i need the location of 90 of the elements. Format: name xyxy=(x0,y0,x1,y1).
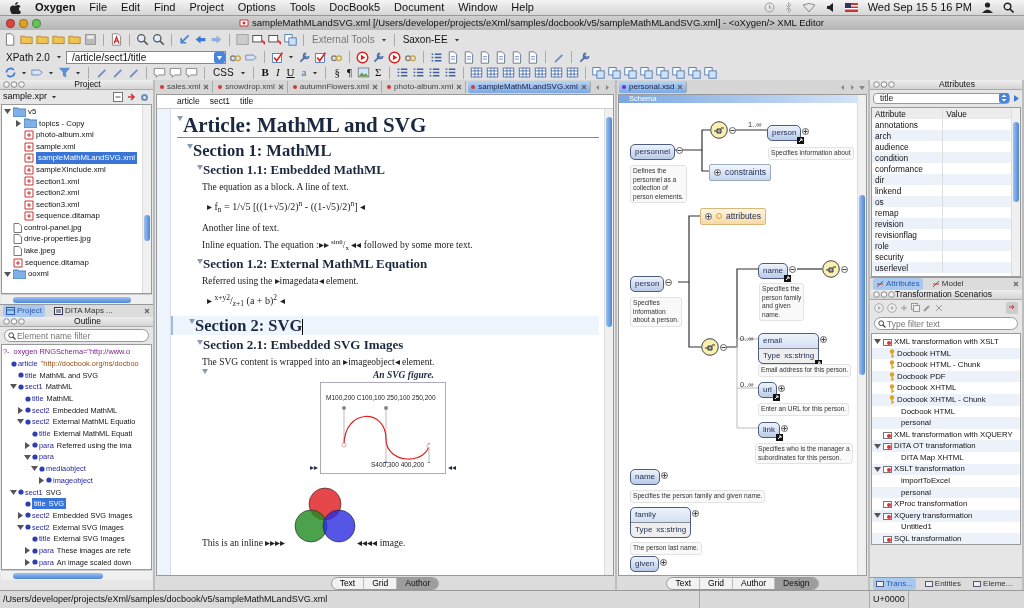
panel-tab[interactable]: Model xyxy=(928,278,967,290)
breadcrumb-item[interactable]: title xyxy=(240,95,254,108)
editor-tab[interactable]: photo-album.xml xyxy=(384,81,467,93)
element-node[interactable]: name xyxy=(630,469,660,485)
bold-button[interactable]: B xyxy=(259,65,271,80)
filter-field[interactable]: Element name filter xyxy=(4,329,149,342)
editor-tab[interactable]: autumnFlowers.xml xyxy=(289,81,383,93)
tag-marker: ◂◂ xyxy=(448,462,456,475)
type-label: Type xyxy=(763,350,781,362)
panel-tab[interactable]: Trans... xyxy=(873,578,916,590)
heading: Section 2: SVG xyxy=(195,316,303,335)
panel-title: Project xyxy=(73,80,102,91)
menu-item[interactable]: File xyxy=(89,0,108,16)
panel-tab[interactable]: Entities xyxy=(921,578,965,590)
status-path: /Users/developer/projects/eXml/samples/docbook/v5/sampleMathMLandSVG.xml xyxy=(3,592,328,606)
editor-tab[interactable]: sales.xml xyxy=(157,81,214,93)
heading: Section 1.1: Embedded MathML xyxy=(203,162,385,177)
css-selector[interactable]: CSS xyxy=(211,65,236,80)
panel-title: Outline xyxy=(73,315,102,328)
group-node[interactable]: constraints xyxy=(709,164,772,181)
element-node[interactable]: link xyxy=(758,422,780,438)
breadcrumb-item[interactable]: article xyxy=(177,95,200,108)
mode-tab[interactable]: Text xyxy=(331,577,364,589)
element-node[interactable]: given xyxy=(630,556,660,572)
heading: Section 1.2: External MathML Equation xyxy=(203,256,428,271)
panel-tab[interactable]: Attributes xyxy=(873,278,923,290)
heading: Section 1: MathML xyxy=(193,141,332,160)
underline-button[interactable]: U xyxy=(284,65,297,80)
paragraph: This is an inline ▸▸▸▸ xyxy=(202,537,286,551)
type-label: Type xyxy=(635,524,653,536)
editor-tab[interactable]: snowdrop.xml xyxy=(215,81,288,93)
element-node[interactable]: url xyxy=(758,382,777,398)
paragraph: Another line of text. xyxy=(202,222,281,234)
panel-tab[interactable]: Project xyxy=(3,305,45,317)
element-node[interactable]: person xyxy=(630,276,665,292)
menu-item[interactable]: DocBook5 xyxy=(329,0,381,16)
xpath-field[interactable]: /article/sect1/title xyxy=(65,50,226,64)
element-node[interactable]: person xyxy=(767,125,802,141)
type-value: xs:string xyxy=(784,350,815,362)
mode-tab[interactable]: Author xyxy=(396,577,439,589)
menu-item[interactable]: Edit xyxy=(121,0,141,16)
transformer-selector[interactable]: Saxon-EE xyxy=(400,32,450,47)
menu-item[interactable]: Options xyxy=(237,0,276,16)
menu-clock[interactable]: Wed Sep 15 5 16 PM xyxy=(867,0,972,16)
figure-caption: An SVG figure. xyxy=(373,369,435,383)
paragraph: Referred using the ▸imagedata◂ element. xyxy=(202,275,360,287)
breadcrumb-item[interactable]: sect1 xyxy=(209,95,230,108)
menu-item[interactable]: Document xyxy=(394,0,445,16)
section-button[interactable]: § xyxy=(332,65,342,80)
element-selector[interactable]: title xyxy=(873,92,1010,104)
xpath-version-selector[interactable]: XPath 2.0 xyxy=(4,49,52,65)
app-menu[interactable]: Oxygen xyxy=(35,0,76,16)
paragraph-button[interactable]: ¶ xyxy=(344,65,354,80)
element-node[interactable]: name xyxy=(758,263,788,279)
panel-tab[interactable]: DITA Maps ... xyxy=(50,305,116,317)
paragraph: Inline equation. The equation :▸▸ $^{sinθ}$/$_{x}$ ◂◂ followed by some more text. xyxy=(202,239,474,251)
element-node[interactable]: email Type xs:string xyxy=(758,333,820,364)
menu-item[interactable]: Find xyxy=(154,0,176,16)
column-header: Attribute xyxy=(872,108,943,119)
paragraph: The SVG content is wrapped into an ▸imageobject◂ element. xyxy=(202,356,436,369)
mode-tab[interactable]: Grid xyxy=(699,577,733,589)
menu-item[interactable]: Help xyxy=(511,0,534,16)
tag-marker: ▸▸ xyxy=(310,462,318,475)
menu-item[interactable]: Project xyxy=(189,0,224,16)
menu-item[interactable]: Window xyxy=(458,0,498,16)
heading: Section 2.1: Embedded SVG Images xyxy=(203,337,404,353)
mode-tab[interactable]: Design xyxy=(774,577,818,589)
math-formula: ▸ $^{x+y2}$/$_{z+1}$ (a + b)$^{2}$ ◂ xyxy=(207,293,286,308)
project-selector[interactable]: sample.xpr xyxy=(3,90,47,104)
element-node[interactable]: personnel xyxy=(630,144,676,160)
attributes-node[interactable]: attributes xyxy=(700,208,766,225)
panel-tab[interactable]: Eleme... xyxy=(970,578,1016,590)
status-character: U+0000 xyxy=(873,592,905,606)
mode-tab[interactable]: Text xyxy=(667,577,699,589)
editor-tab[interactable]: personal.xsd xyxy=(619,81,688,93)
panel-title: Transformation Scenarios xyxy=(895,288,993,301)
italic-button[interactable]: I xyxy=(273,65,282,80)
panel-title: Attributes xyxy=(938,80,976,91)
menu-item[interactable]: Tools xyxy=(289,0,316,16)
type-value: xs:string xyxy=(656,524,687,536)
element-node[interactable]: family Type xs:string xyxy=(630,507,692,538)
filter-field[interactable]: Type filter text xyxy=(874,317,1018,330)
paragraph: ◂◂◂◂ image. xyxy=(357,537,406,551)
paragraph: The equation as a block. A line of text. xyxy=(202,181,350,193)
window-title: sampleMathMLandSVG.xml [/Users/developer/projects/eXml/samples/docbook/v5/sampleMathMLandSVG.xml] - <oXygen/> XML Editor xyxy=(252,15,824,30)
sum-button[interactable]: Σ xyxy=(372,65,384,80)
editor-tab[interactable]: sampleMathMLandSVG.xml xyxy=(468,81,591,93)
font-button[interactable]: a xyxy=(299,65,309,80)
math-formula: ▸ f$_{n}$ = 1/√5 [((1+√5)/2)$^{n}$ - ((1-√5)/2)$^{n}$] ◂ xyxy=(207,199,367,214)
heading: Article: MathML and SVG xyxy=(183,113,427,137)
